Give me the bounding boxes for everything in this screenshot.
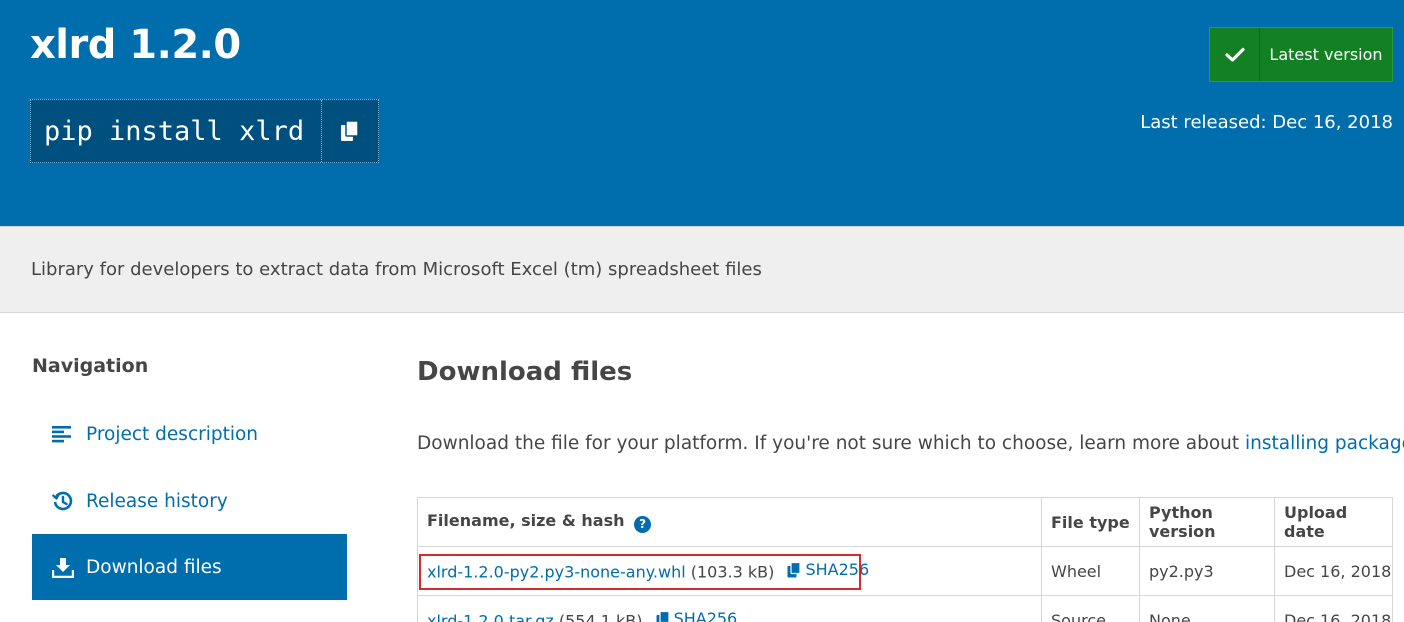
- nav-item-label: Download files: [86, 556, 222, 578]
- header-file-type: File type: [1041, 497, 1140, 547]
- copy-icon: [341, 120, 359, 141]
- align-left-icon: [52, 426, 71, 443]
- file-size: (554.1 kB): [553, 611, 643, 622]
- upload-date-cell: Dec 16, 2018: [1274, 595, 1393, 622]
- help-icon[interactable]: ?: [634, 515, 652, 533]
- file-type-cell: Wheel: [1041, 546, 1140, 596]
- history-icon: [52, 491, 73, 510]
- package-description-band: Library for developers to extract data f…: [0, 226, 1404, 313]
- sha256-link[interactable]: SHA256: [787, 560, 869, 579]
- package-header: xlrd 1.2.0 pip install xlrd Latest versi…: [0, 0, 1404, 226]
- check-icon: [1224, 47, 1245, 62]
- table-row: xlrd-1.2.0.tar.gz (554.1 kB) SHA256 Sour…: [417, 595, 1393, 622]
- nav-item-release-history[interactable]: Release history: [32, 468, 347, 534]
- installing-packages-link[interactable]: installing packages: [1245, 433, 1404, 454]
- copy-icon: [656, 610, 670, 622]
- nav-item-project-description[interactable]: Project description: [32, 401, 347, 467]
- download-intro-text: Download the file for your platform. If …: [417, 433, 1404, 454]
- sha256-link[interactable]: SHA256: [656, 609, 738, 622]
- file-download-link[interactable]: xlrd-1.2.0-py2.py3-none-any.whl: [427, 563, 686, 582]
- python-version-cell: None: [1139, 595, 1275, 622]
- file-cell: xlrd-1.2.0.tar.gz (554.1 kB) SHA256: [417, 595, 1042, 622]
- download-icon: [52, 557, 74, 578]
- latest-version-button[interactable]: Latest version: [1209, 27, 1393, 82]
- file-download-link[interactable]: xlrd-1.2.0.tar.gz: [427, 612, 554, 622]
- latest-version-label: Latest version: [1269, 45, 1383, 64]
- last-released-text: Last released: Dec 16, 2018: [1140, 112, 1393, 133]
- pip-command-box: pip install xlrd: [30, 99, 379, 163]
- download-files-table: Filename, size & hash ? File type Python…: [417, 497, 1393, 622]
- sha256-label: SHA256: [673, 609, 738, 622]
- header-python-version: Python version: [1139, 497, 1275, 547]
- header-filename: Filename, size & hash ?: [417, 497, 1042, 547]
- table-header-row: Filename, size & hash ? File type Python…: [417, 497, 1393, 547]
- upload-date-cell: Dec 16, 2018: [1274, 546, 1393, 596]
- header-filename-label: Filename, size & hash: [427, 511, 625, 531]
- nav-item-download-files[interactable]: Download files: [32, 534, 347, 600]
- pip-command-text[interactable]: pip install xlrd: [31, 100, 322, 162]
- file-size: (103.3 kB): [685, 562, 775, 582]
- python-version-cell: py2.py3: [1139, 546, 1275, 596]
- copy-command-button[interactable]: [322, 100, 378, 162]
- nav-item-label: Release history: [86, 490, 228, 512]
- package-title: xlrd 1.2.0: [30, 22, 241, 68]
- navigation-heading: Navigation: [32, 355, 149, 377]
- copy-icon: [787, 561, 802, 578]
- file-type-cell: Source: [1041, 595, 1140, 622]
- table-row: xlrd-1.2.0-py2.py3-none-any.whl (103.3 k…: [417, 546, 1393, 596]
- intro-prefix: Download the file for your platform. If …: [417, 433, 1246, 454]
- sha256-label: SHA256: [805, 560, 870, 580]
- header-upload-date: Upload date: [1274, 497, 1393, 547]
- package-summary: Library for developers to extract data f…: [31, 259, 762, 280]
- file-cell: xlrd-1.2.0-py2.py3-none-any.whl (103.3 k…: [417, 546, 1042, 596]
- nav-item-label: Project description: [86, 423, 259, 445]
- download-files-heading: Download files: [417, 357, 633, 387]
